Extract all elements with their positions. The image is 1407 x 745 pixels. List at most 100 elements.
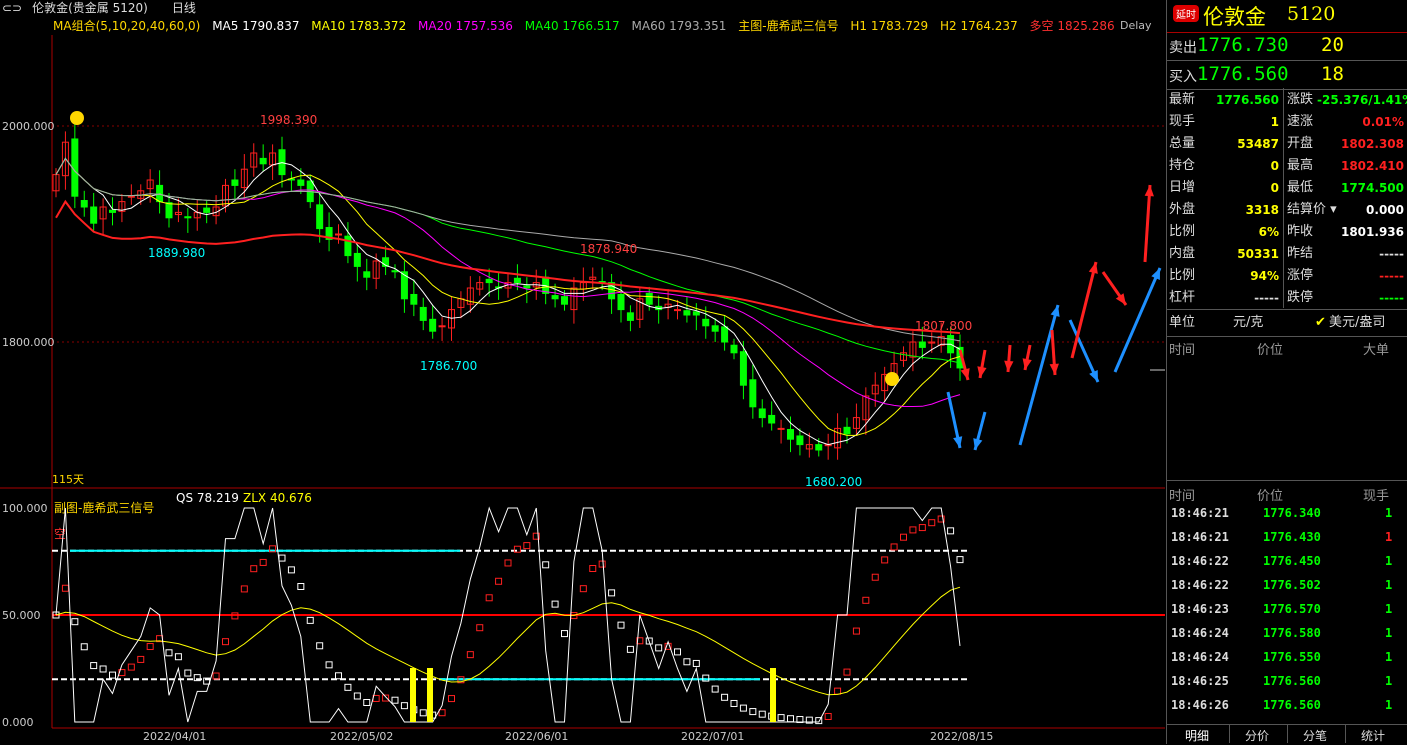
forecast-arrow: [1113, 267, 1162, 373]
qs-box-down: [674, 648, 681, 656]
quote-left-value: -----: [1254, 291, 1279, 305]
tick-time: 18:46:24: [1171, 626, 1229, 640]
candle-up: [438, 325, 446, 328]
candle-down: [730, 344, 738, 354]
tick-price: 1776.502: [1263, 578, 1321, 592]
sell-price: 1776.730: [1197, 34, 1289, 56]
tab-detail[interactable]: 明细: [1185, 727, 1209, 744]
tick-qty: 1: [1385, 554, 1393, 568]
qs-box-up: [900, 533, 907, 541]
unit-option[interactable]: 美元/盎司: [1329, 310, 1385, 336]
qs-box-down: [692, 659, 700, 667]
instrument-label: 伦敦金(贵金属 5120): [32, 1, 148, 15]
qs-box-up: [212, 672, 220, 680]
tab-price-dist[interactable]: 分价: [1245, 727, 1269, 744]
qs-box-up: [579, 585, 587, 593]
qs-box-up: [127, 663, 135, 671]
ma10-value: MA10 1783.372: [311, 19, 407, 33]
qs-box-down: [297, 583, 305, 591]
qs-box-down: [787, 715, 794, 723]
tick-row[interactable]: 18:46:22 1776.502 1: [1167, 578, 1407, 602]
quote-right-value: 1801.936: [1340, 225, 1404, 239]
quote-right-label: 昨结: [1287, 246, 1314, 261]
kong-label: 空: [54, 527, 66, 541]
candle-down: [316, 204, 324, 230]
quote-divider: [1283, 88, 1284, 308]
quote-right-label: 速涨: [1287, 114, 1314, 129]
sub-indicator-label: 副图-鹿希武三信号: [54, 500, 154, 515]
candle-down: [683, 310, 691, 316]
tab-ticks[interactable]: 分笔: [1303, 727, 1327, 744]
tick-qty: 1: [1385, 674, 1393, 688]
big-orders-price-header: 价位: [1257, 343, 1284, 358]
unit-value: 元/克: [1233, 315, 1264, 330]
qs-box-down: [391, 696, 399, 704]
tick-row[interactable]: 18:46:26 1776.560 1: [1167, 698, 1407, 722]
qs-box-up: [382, 694, 390, 702]
qs-box-down: [655, 644, 663, 652]
tab-stats[interactable]: 统计: [1361, 727, 1385, 744]
candle-down: [344, 235, 352, 257]
ma-group-label[interactable]: MA组合(5,10,20,40,60,0): [53, 19, 200, 33]
ticks-time-header: 时间: [1169, 489, 1196, 504]
qs-box-down: [608, 589, 616, 597]
candle-down: [259, 157, 267, 165]
tick-row[interactable]: 18:46:22 1776.450 1: [1167, 554, 1407, 578]
tick-row[interactable]: 18:46:21 1776.340 1: [1167, 506, 1407, 530]
zlx-value: ZLX 40.676: [243, 491, 312, 505]
tick-row[interactable]: 18:46:24 1776.580 1: [1167, 626, 1407, 650]
candle-down: [692, 311, 700, 316]
tick-price: 1776.560: [1263, 674, 1321, 688]
delay-label: Delay: [1120, 19, 1152, 32]
x-tick-label: 2022/08/15: [930, 730, 993, 743]
forecast-arrow: [1070, 261, 1098, 359]
buy-row: 买入 1776.560 18: [1167, 61, 1407, 90]
smiley-icon: [885, 372, 899, 386]
qs-box-down: [109, 671, 116, 679]
period-selector[interactable]: 日线: [172, 0, 196, 17]
qs-value: QS 78.219: [176, 491, 239, 505]
qs-box-up: [928, 519, 936, 527]
check-icon: ✔: [1315, 315, 1326, 330]
qs-box-up: [466, 651, 474, 659]
candle-down: [353, 252, 361, 267]
x-tick-label: 2022/07/01: [681, 730, 744, 743]
candle-up: [127, 195, 135, 198]
quote-left-value: 1: [1270, 115, 1279, 129]
quote-header: 延时 伦敦金 5120: [1167, 0, 1407, 33]
qs-box-down: [683, 658, 691, 666]
smiley-icon: [70, 111, 84, 125]
qs-box-up: [824, 712, 832, 720]
quote-left-label: 最新: [1169, 92, 1196, 107]
price-annotation: 1878.940: [580, 242, 637, 256]
tick-qty: 1: [1385, 602, 1393, 616]
main-indicator-label[interactable]: 主图-鹿希武三信号: [738, 19, 838, 33]
candle-down: [231, 179, 239, 186]
candle-up: [335, 233, 342, 236]
candle-down: [523, 285, 531, 289]
ticks-divider: [1167, 480, 1407, 481]
tick-row[interactable]: 18:46:23 1776.570 1: [1167, 602, 1407, 626]
price-annotation: 1998.390: [260, 113, 317, 127]
quote-right-label: 最高: [1287, 158, 1314, 173]
price-annotation: 1889.980: [148, 246, 205, 260]
qs-box-up: [259, 558, 267, 566]
qs-box-up: [137, 655, 145, 663]
quote-right-value: 0.000: [1366, 203, 1404, 217]
candle-down: [165, 202, 173, 219]
tick-row[interactable]: 18:46:24 1776.550 1: [1167, 650, 1407, 674]
qs-box-down: [174, 653, 182, 661]
qs-box-up: [862, 596, 870, 604]
main-legend: MA组合(5,10,20,40,60,0) MA5 1790.837 MA10 …: [53, 17, 1123, 35]
tick-row[interactable]: 18:46:21 1776.430 1: [1167, 530, 1407, 554]
signal-bar: [770, 668, 776, 722]
tick-row[interactable]: 18:46:25 1776.560 1: [1167, 674, 1407, 698]
x-tick-label: 2022/04/01: [143, 730, 206, 743]
h1-value: H1 1783.729: [850, 19, 929, 33]
forecast-arrowhead: [977, 366, 987, 378]
quote-left-label: 总量: [1169, 136, 1196, 151]
sub-y-tick-label: 50.000: [2, 609, 41, 622]
price-chart[interactable]: 2000.000 1800.000 1998.390 1889.980 1878.940…: [0, 0, 1166, 744]
buy-qty: 18: [1321, 63, 1344, 85]
qs-box-down: [711, 685, 719, 693]
